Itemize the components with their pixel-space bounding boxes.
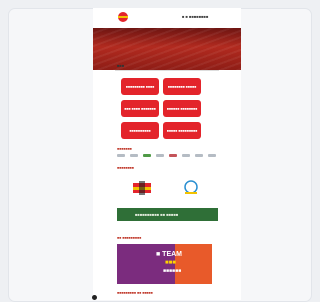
sponsor-logo[interactable] [117,154,125,157]
tile-button-1[interactable]: ■■■■■■■■■ ■■■■ [121,78,159,95]
accessibility-icon[interactable] [92,295,97,300]
promo-accent-shape [175,244,212,284]
promo-tagline: ■■■■■■ [163,268,182,274]
banner-text: ■■■■■■■■■■ ■■ ■■■■■ [135,212,179,217]
promo-title: ■ TEAM [156,251,183,258]
federation-logo-icon[interactable] [116,11,130,23]
tile-button-2[interactable]: ■■■■■■■■ ■■■■■ [163,78,201,95]
hero-texture [93,28,241,70]
divider [115,70,219,71]
tile-button-4[interactable]: ■■■■■■ ■■■■■■■■ [163,100,201,117]
site-header: ■ ■ ■■■■■■■■ [93,8,241,28]
sponsor-logo[interactable] [208,154,216,157]
partners-heading: ■■■■■■■■ [117,166,134,170]
tile-button-6[interactable]: ■■■■■ ■■■■■■■■■ [163,122,201,139]
promo-heading: ■■ ■■■■■■■■■ [117,236,142,240]
partner-emblem-icon[interactable] [182,180,200,196]
sponsor-logo[interactable] [130,154,138,157]
web-page: ■ ■ ■■■■■■■■ ■■■ ■■■■■■■■■ ■■■■ ■■■■■■■■… [93,8,241,300]
promo-subtitle: ■■■ [165,260,176,266]
hero-banner [93,28,241,70]
partner-flag-logo-icon[interactable] [131,180,153,196]
sponsors-heading: ■■■■■■■ [117,147,132,151]
green-ad-banner[interactable]: ■■■■■■■■■■ ■■ ■■■■■ [117,208,218,221]
breadcrumb[interactable]: ■■■ [117,63,124,68]
sponsor-logo[interactable] [169,154,177,157]
sponsor-logo[interactable] [143,154,151,157]
header-text[interactable]: ■ ■ ■■■■■■■■ [182,14,208,19]
sponsor-logo[interactable] [156,154,164,157]
sponsor-logo[interactable] [182,154,190,157]
promo-banner[interactable]: ■ TEAM ■■■ ■■■■■■ [117,244,212,284]
tile-button-5[interactable]: ■■■■■■■■■■ [121,122,159,139]
bottom-heading: ■■■■■■■■■ ■■ ■■■■■ [117,291,153,295]
sponsor-logo[interactable] [195,154,203,157]
tile-button-3[interactable]: ■■■ ■■■■ ■■■■■■■ [121,100,159,117]
